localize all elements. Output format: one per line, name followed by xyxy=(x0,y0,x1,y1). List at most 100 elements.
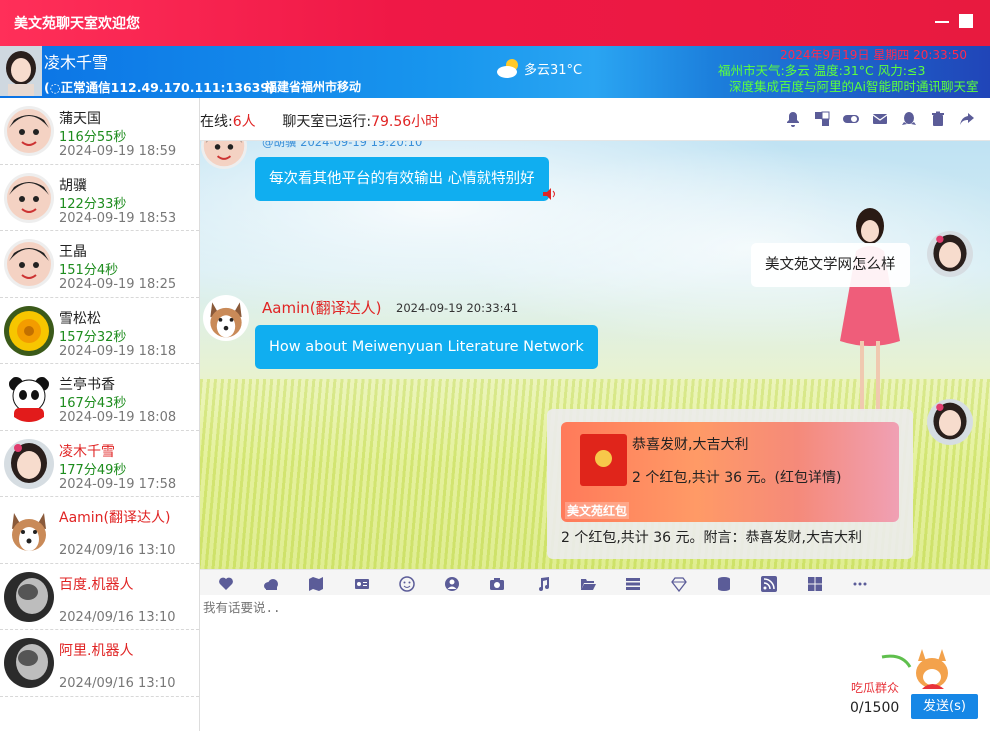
packet-brand: 美文苑红包 xyxy=(565,502,630,519)
folder-open-icon[interactable] xyxy=(565,575,610,593)
user-duration: 157分32秒 xyxy=(59,329,127,345)
send-button[interactable]: 发送(s) xyxy=(911,694,978,719)
user-time: 2024/09/16 13:10 xyxy=(59,676,176,691)
user-item[interactable]: 阿里.机器人 2024/09/16 13:10 xyxy=(0,630,199,697)
weather-text: 多云31°C xyxy=(524,63,583,78)
message-time: 2024-09-19 20:33:41 xyxy=(396,301,519,315)
user-time: 2024/09/16 13:10 xyxy=(59,543,176,558)
user-name: 蒲天国 xyxy=(59,111,101,127)
user-item[interactable]: 蒲天国 116分55秒 2024-09-19 18:59 xyxy=(0,98,199,165)
packet-title: 恭喜发财,大吉大利 xyxy=(632,437,749,453)
panda-avatar-icon xyxy=(4,372,54,422)
rss-icon[interactable] xyxy=(747,575,792,593)
location-text: 福建省福州市移动 xyxy=(265,80,362,94)
user-time: 2024-09-19 18:25 xyxy=(59,277,177,292)
user-item[interactable]: Aamin(翻译达人) 2024/09/16 13:10 xyxy=(0,497,199,564)
chat-toolbar: 在线:6人 聊天室已运行:79.56小时 xyxy=(200,98,990,141)
user-duration: 116分55秒 xyxy=(59,130,127,145)
title-bar: 美文苑聊天室欢迎您 xyxy=(0,0,990,46)
user-item[interactable]: 王晶 151分4秒 2024-09-19 18:25 xyxy=(0,231,199,298)
diamond-icon[interactable] xyxy=(656,575,701,593)
maximize-button[interactable] xyxy=(959,14,973,28)
toggle-icon[interactable] xyxy=(841,110,860,128)
online-count: 6人 xyxy=(232,114,256,130)
message-bubble[interactable]: 美文苑文学网怎么样 xyxy=(751,243,910,287)
user-duration: 177分49秒 xyxy=(59,462,127,478)
user-item[interactable]: 胡骥 122分33秒 2024-09-19 18:53 xyxy=(0,165,199,231)
user-duration: 122分33秒 xyxy=(59,196,127,212)
sender-name[interactable]: Aamin(翻译达人) xyxy=(262,297,381,318)
user-name: 兰亭书香 xyxy=(59,377,115,393)
mail-icon[interactable] xyxy=(870,110,889,128)
robot-avatar-icon xyxy=(4,638,54,688)
trash-icon[interactable] xyxy=(928,110,947,128)
user-time: 2024-09-19 18:18 xyxy=(59,343,177,359)
refresh-icon: ◌ xyxy=(49,80,61,95)
user-name: 阿里.机器人 xyxy=(59,643,134,659)
boy-avatar-icon xyxy=(201,141,247,169)
uptime-value: 79.56小时 xyxy=(371,114,440,130)
room-stats: 在线:6人 聊天室已运行:79.56小时 xyxy=(200,114,440,130)
database-icon[interactable] xyxy=(701,575,746,593)
user-name: 胡骥 xyxy=(59,177,87,194)
boy-avatar-icon xyxy=(4,106,54,156)
smile-icon[interactable] xyxy=(384,575,429,593)
user-time: 2024-09-19 18:08 xyxy=(59,410,177,425)
red-packet-message[interactable]: 恭喜发财,大吉大利 2 个红包,共计 36 元。(红包详情) 美文苑红包 2 个… xyxy=(547,409,913,559)
user-name: 百度.机器人 xyxy=(59,576,134,593)
window-title: 美文苑聊天室欢迎您 xyxy=(14,16,140,32)
cloud-icon[interactable] xyxy=(248,575,293,593)
user-time: 2024-09-19 18:59 xyxy=(59,144,177,159)
robot-avatar-icon xyxy=(4,571,54,622)
speaker-icon[interactable] xyxy=(543,188,557,200)
packet-count[interactable]: 2 个红包,共计 36 元。(红包详情) xyxy=(632,467,841,487)
user-time: 2024/09/16 13:10 xyxy=(59,609,176,625)
more-icon[interactable] xyxy=(837,575,882,593)
user-duration: 167分43秒 xyxy=(59,396,127,411)
music-icon[interactable] xyxy=(520,575,565,593)
connection-status: (◌正常通信112.49.170.111:13639) xyxy=(44,80,275,95)
message-area[interactable]: @胡骥 2024-09-19 19:20:10 每次看其他平台的有效输出 心情就… xyxy=(200,141,990,569)
message-meta: @胡骥 2024-09-19 19:20:10 xyxy=(262,141,423,149)
camera-icon[interactable] xyxy=(475,575,520,593)
id-card-icon[interactable] xyxy=(339,575,384,593)
qq-icon[interactable] xyxy=(899,110,918,128)
theme-icon[interactable] xyxy=(812,110,831,128)
user-time: 2024-09-19 17:58 xyxy=(59,476,177,492)
windows-icon[interactable] xyxy=(792,575,837,593)
user-item[interactable]: 百度.机器人 2024/09/16 13:10 xyxy=(0,564,199,630)
husky-avatar-icon xyxy=(203,295,249,341)
user-name: 王晶 xyxy=(59,244,87,260)
user-item[interactable]: 雪松松 157分32秒 2024-09-19 18:18 xyxy=(0,298,199,364)
message-bubble[interactable]: 每次看其他平台的有效输出 心情就特别好 xyxy=(255,157,549,201)
girl-avatar-icon xyxy=(4,438,54,489)
user-name: 凌木千雪 xyxy=(59,443,115,460)
bell-icon[interactable] xyxy=(783,110,802,128)
user-time: 2024-09-19 18:53 xyxy=(59,210,177,226)
boy-avatar-icon xyxy=(4,172,54,223)
boy-avatar-icon xyxy=(4,239,54,289)
user-name: 雪松松 xyxy=(59,310,101,327)
char-counter: 0/1500 xyxy=(850,700,900,716)
red-packet-card[interactable]: 恭喜发财,大吉大利 2 个红包,共计 36 元。(红包详情) 美文苑红包 xyxy=(561,422,899,522)
user-circle-icon[interactable] xyxy=(429,575,474,593)
input-toolbar xyxy=(200,569,990,596)
packet-description: 2 个红包,共计 36 元。附言：恭喜发财,大吉大利 xyxy=(561,530,862,546)
girl-avatar-icon xyxy=(927,231,973,277)
map-icon[interactable] xyxy=(294,575,339,593)
user-item[interactable]: 凌木千雪 177分49秒 2024-09-19 17:58 xyxy=(0,431,199,497)
red-envelope-icon xyxy=(580,434,627,486)
share-icon[interactable] xyxy=(957,110,976,128)
mascot-caption: 吃瓜群众 xyxy=(851,681,900,695)
user-avatar[interactable] xyxy=(0,46,42,96)
message-bubble[interactable]: How about Meiwenyuan Literature Network xyxy=(255,325,598,369)
user-duration: 151分4秒 xyxy=(59,263,119,278)
user-name: Aamin(翻译达人) xyxy=(59,510,171,526)
husky-avatar-icon xyxy=(4,505,54,555)
message-input-area: 吃瓜群众 0/1500 发送(s) xyxy=(200,595,990,731)
minimize-button[interactable] xyxy=(935,14,949,28)
server-icon[interactable] xyxy=(611,575,656,593)
heart-icon[interactable] xyxy=(203,575,248,593)
flower-avatar-icon xyxy=(4,305,54,356)
user-item[interactable]: 兰亭书香 167分43秒 2024-09-19 18:08 xyxy=(0,364,199,431)
